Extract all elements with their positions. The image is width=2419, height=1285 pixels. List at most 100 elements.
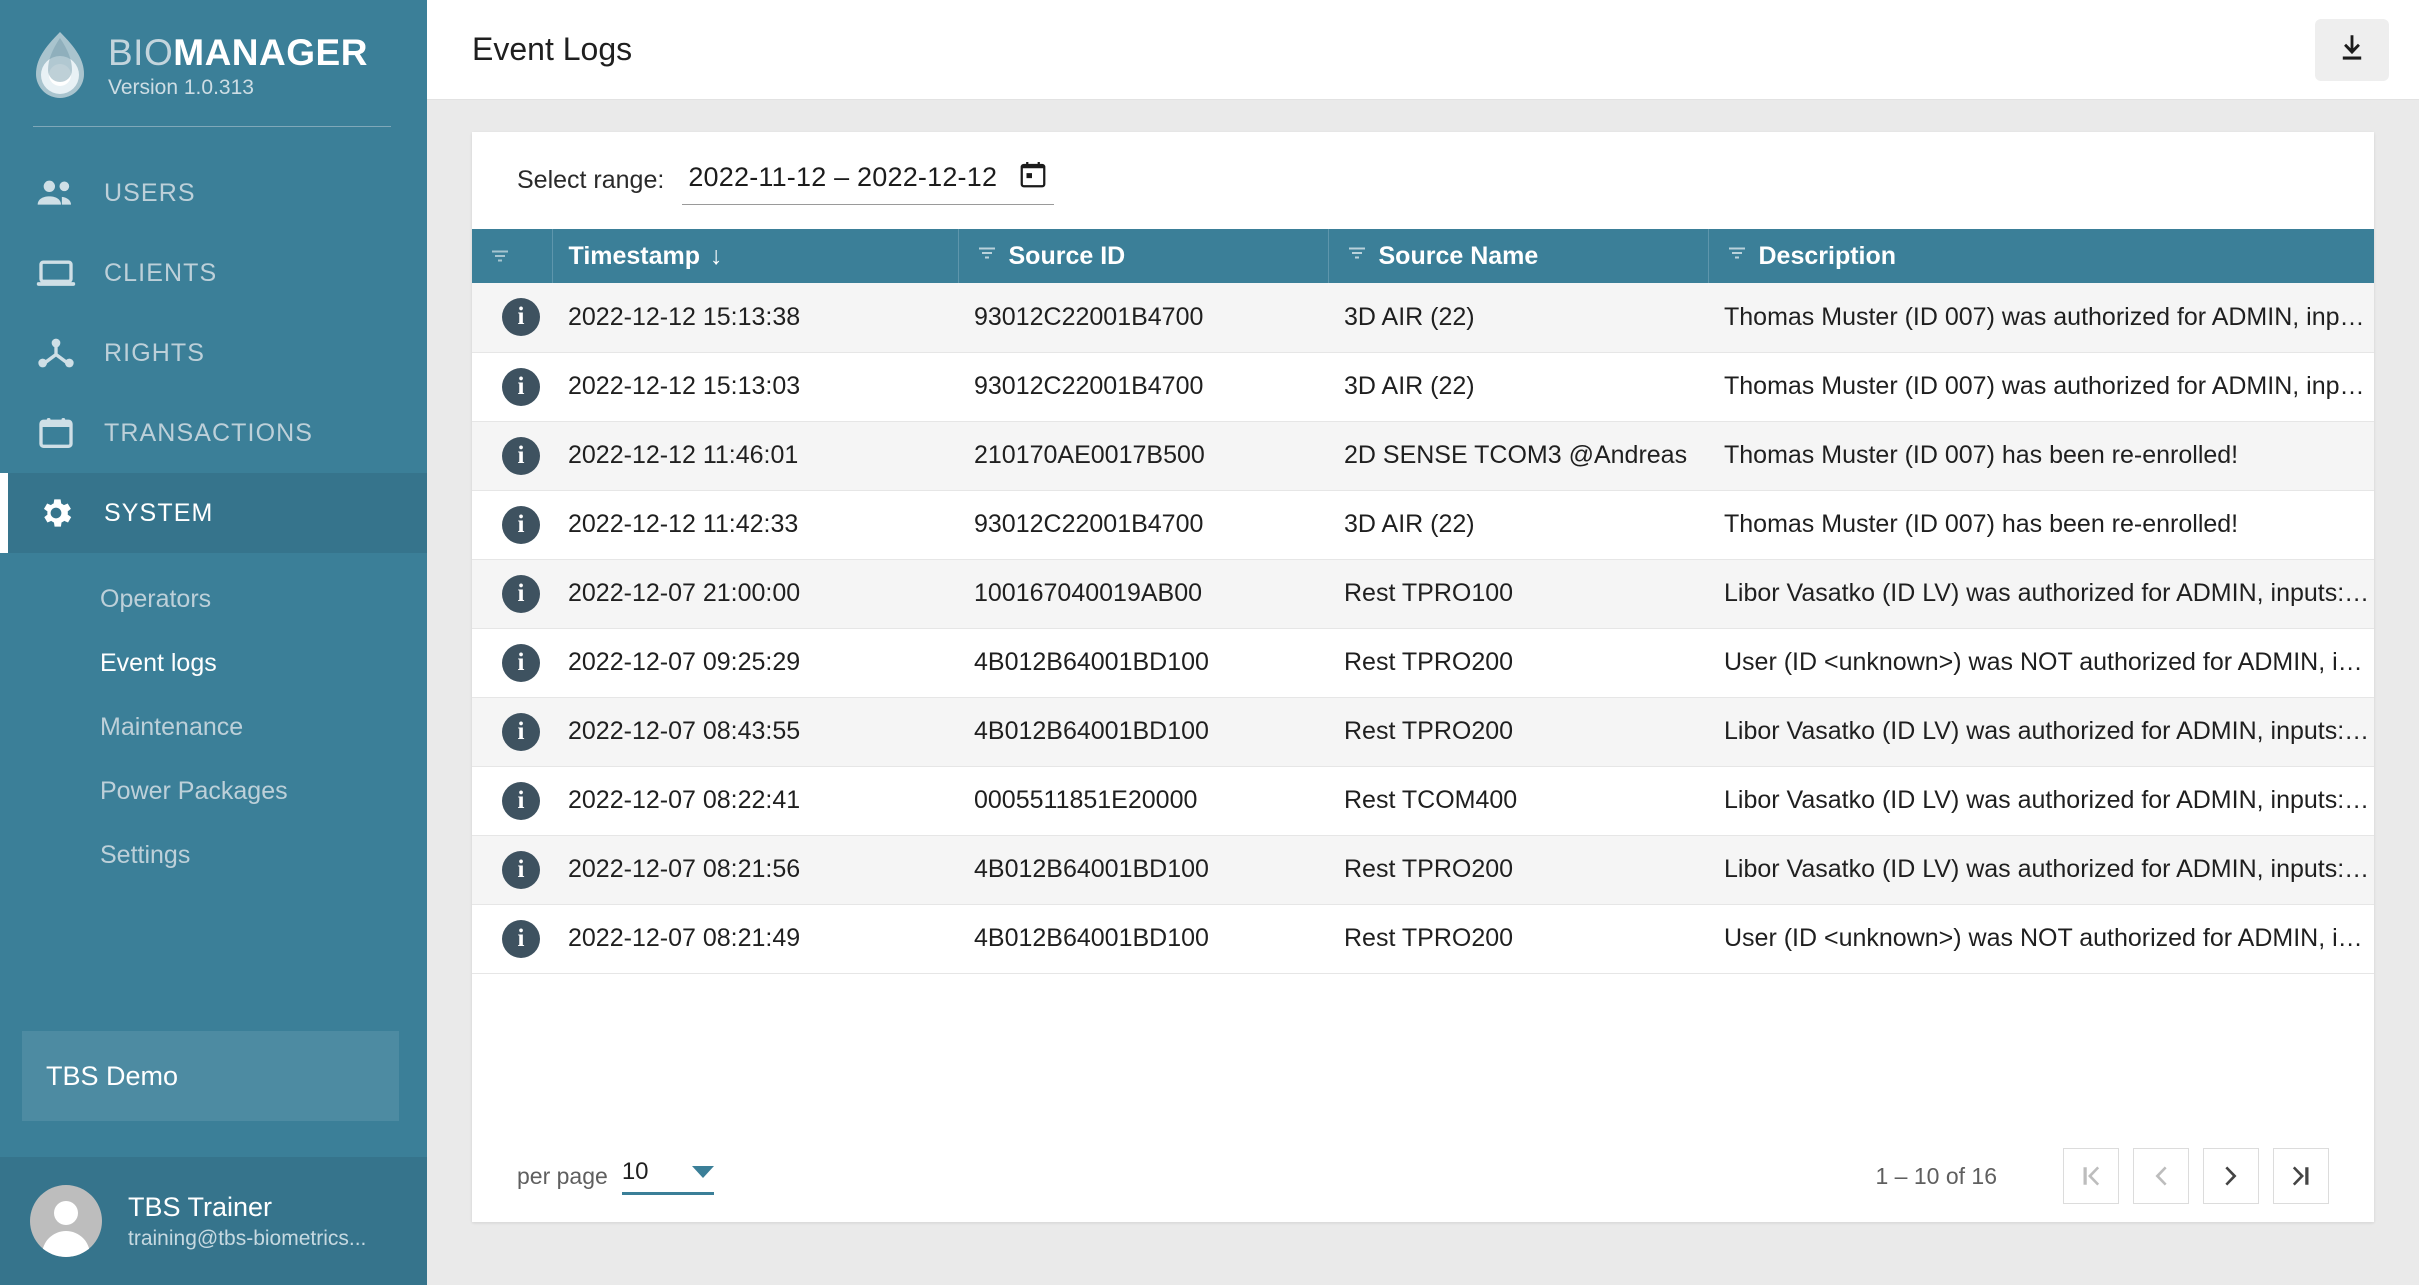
previous-page-button[interactable] [2133, 1148, 2189, 1204]
filter-icon[interactable] [1725, 241, 1749, 272]
info-icon[interactable]: i [502, 367, 540, 406]
user-email: training@tbs-biometrics... [128, 1226, 367, 1250]
table-row[interactable]: i 2022-12-07 08:21:56 4B012B64001BD100 Rest… [472, 835, 2374, 905]
table-row[interactable]: i 2022-12-07 08:21:49 4B012B64001BD100 Rest… [472, 904, 2374, 974]
top-bar: Event Logs [427, 0, 2419, 100]
sidebar-item-system[interactable]: SYSTEM [0, 473, 427, 553]
info-icon[interactable]: i [502, 505, 540, 544]
sidebar-item-users[interactable]: USERS [0, 153, 427, 233]
range-label: Select range: [517, 166, 665, 194]
download-button[interactable] [2315, 18, 2389, 81]
sidebar-subitem-label: Power Packages [100, 776, 288, 805]
sidebar-item-clients[interactable]: CLIENTS [0, 233, 427, 313]
column-label: Description [1758, 241, 1897, 270]
table-footer: per page 10 1 – 10 of 16 [472, 1130, 2374, 1222]
brand-header: BIOMANAGER Version 1.0.313 [0, 0, 427, 108]
sidebar-subitem-power-packages[interactable]: Power Packages [0, 759, 427, 823]
sidebar-item-rights[interactable]: RIGHTS [0, 313, 427, 393]
row-info-cell: i [472, 835, 552, 905]
column-header-icon[interactable] [472, 229, 553, 283]
info-icon[interactable]: i [502, 850, 540, 889]
per-page-select[interactable]: 10 [621, 1158, 714, 1195]
biomanager-logo-icon [30, 30, 90, 104]
sidebar-subitem-event-logs[interactable]: Event logs [0, 631, 427, 695]
page-title: Event Logs [472, 31, 633, 67]
table-row[interactable]: i 2022-12-12 11:46:01 210170AE0017B500 2D S… [472, 421, 2374, 491]
info-icon[interactable]: i [502, 298, 540, 337]
cell-source-name: 3D AIR (22) [1328, 283, 1708, 353]
sidebar: BIOMANAGER Version 1.0.313 USERS CLIENTS [0, 0, 427, 1285]
sidebar-subitem-maintenance[interactable]: Maintenance [0, 695, 427, 759]
column-label: Source Name [1378, 241, 1539, 270]
cell-source-name: 3D AIR (22) [1328, 490, 1708, 560]
cell-timestamp: 2022-12-07 09:25:29 [552, 628, 958, 698]
table-header-row: Timestamp ↓ Source ID Source Name Descri… [472, 229, 2374, 283]
sidebar-nav: USERS CLIENTS RIGHTS TRANSACTIONS SYSTEM… [0, 153, 427, 913]
cell-source-id: 0005511851E20000 [958, 766, 1328, 836]
info-icon[interactable]: i [502, 643, 540, 682]
row-info-cell: i [472, 697, 552, 767]
avatar-body [42, 1231, 90, 1257]
info-icon[interactable]: i [502, 574, 540, 613]
cell-timestamp: 2022-12-07 08:22:41 [552, 766, 958, 836]
next-page-button[interactable] [2203, 1148, 2259, 1204]
table-row[interactable]: i 2022-12-12 15:13:03 93012C22001B4700 3D A… [472, 352, 2374, 422]
first-page-button[interactable] [2063, 1148, 2119, 1204]
column-header-source-id[interactable]: Source ID [958, 229, 1329, 283]
calendar-icon [36, 418, 82, 448]
tenant-selector[interactable]: TBS Demo [22, 1031, 399, 1121]
table-row[interactable]: i 2022-12-12 15:13:38 93012C22001B4700 3D A… [472, 283, 2374, 353]
table-row[interactable]: i 2022-12-07 08:22:41 0005511851E20000 Rest… [472, 766, 2374, 836]
brand-text: BIOMANAGER Version 1.0.313 [108, 33, 368, 101]
sidebar-item-label: CLIENTS [104, 258, 218, 287]
table-row[interactable]: i 2022-12-07 21:00:00 100167040019AB00 Rest… [472, 559, 2374, 629]
last-page-button[interactable] [2273, 1148, 2329, 1204]
sidebar-item-label: SYSTEM [104, 498, 214, 527]
table-row[interactable]: i 2022-12-12 11:42:33 93012C22001B4700 3D A… [472, 490, 2374, 560]
column-header-source-name[interactable]: Source Name [1328, 229, 1709, 283]
table-empty-space [472, 973, 2374, 1130]
info-icon[interactable]: i [502, 436, 540, 475]
column-header-description[interactable]: Description [1708, 229, 2374, 283]
cell-source-id: 100167040019AB00 [958, 559, 1328, 629]
sidebar-item-label: USERS [104, 178, 196, 207]
cell-timestamp: 2022-12-07 08:43:55 [552, 697, 958, 767]
info-icon[interactable]: i [502, 919, 540, 958]
sidebar-subitem-label: Maintenance [100, 712, 244, 741]
sidebar-item-label: RIGHTS [104, 338, 206, 367]
cell-timestamp: 2022-12-07 08:21:49 [552, 904, 958, 974]
user-profile[interactable]: TBS Trainer training@tbs-biometrics... [0, 1157, 427, 1285]
cell-source-id: 4B012B64001BD100 [958, 904, 1328, 974]
gear-icon [36, 494, 82, 532]
filter-icon[interactable] [488, 244, 552, 268]
info-icon[interactable]: i [502, 781, 540, 820]
sidebar-subitem-settings[interactable]: Settings [0, 823, 427, 887]
column-label: Source ID [1008, 241, 1126, 270]
sidebar-item-transactions[interactable]: TRANSACTIONS [0, 393, 427, 473]
table-row[interactable]: i 2022-12-07 09:25:29 4B012B64001BD100 Rest… [472, 628, 2374, 698]
cell-source-name: Rest TPRO100 [1328, 559, 1708, 629]
filter-icon[interactable] [1345, 241, 1369, 272]
cell-description: Libor Vasatko (ID LV) was authorized for… [1708, 559, 2374, 629]
row-info-cell: i [472, 559, 552, 629]
column-header-timestamp[interactable]: Timestamp ↓ [552, 229, 959, 283]
per-page-label: per page [517, 1162, 608, 1189]
row-info-cell: i [472, 766, 552, 836]
filter-icon[interactable] [975, 241, 999, 272]
cell-description: User (ID <unknown>) was NOT authorized f… [1708, 628, 2374, 698]
sidebar-bottom-gap [0, 1121, 427, 1157]
table-row[interactable]: i 2022-12-07 08:43:55 4B012B64001BD100 Rest… [472, 697, 2374, 767]
pagination-range: 1 – 10 of 16 [1875, 1162, 1998, 1189]
cell-description: Libor Vasatko (ID LV) was authorized for… [1708, 835, 2374, 905]
brand-title: BIOMANAGER [108, 33, 368, 73]
sidebar-subitem-operators[interactable]: Operators [0, 567, 427, 631]
avatar-head [54, 1201, 78, 1225]
content-area: Select range: 2022-11-12 – 2022-12-12 Ti… [427, 100, 2419, 1285]
date-range-input[interactable]: 2022-11-12 – 2022-12-12 [682, 156, 1055, 205]
calendar-icon[interactable] [1018, 160, 1048, 195]
sidebar-subitem-label: Event logs [100, 648, 217, 677]
info-icon[interactable]: i [502, 712, 540, 751]
cell-source-id: 93012C22001B4700 [958, 490, 1328, 560]
table-head: Timestamp ↓ Source ID Source Name Descri… [472, 229, 2374, 283]
